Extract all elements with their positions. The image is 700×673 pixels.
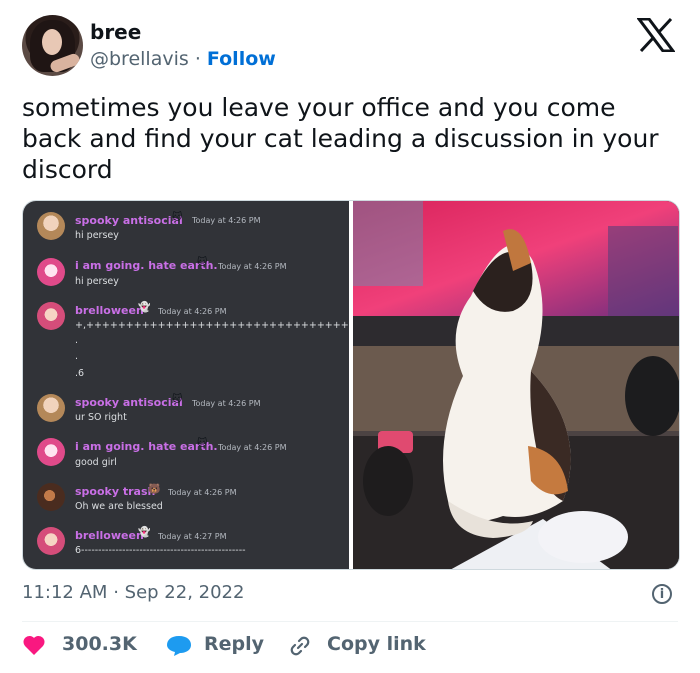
- discord-message-text: .: [75, 351, 79, 362]
- discord-avatar: [37, 258, 65, 286]
- link-icon[interactable]: [289, 635, 311, 657]
- discord-timestamp: Today at 4:26 PM: [218, 443, 287, 452]
- reply-button[interactable]: Reply: [204, 633, 264, 655]
- cat-badge-icon: 🐱: [197, 438, 208, 449]
- copy-link-button[interactable]: Copy link: [327, 633, 426, 655]
- discord-message-text: +,+++++++++++++++++++++++++++++++++++: [75, 320, 365, 331]
- tweet-time: 11:12 AM: [22, 582, 108, 603]
- discord-message-text: hi persey: [75, 230, 119, 241]
- author-name[interactable]: bree: [90, 20, 141, 44]
- cat-badge-icon: 🐱: [172, 394, 183, 405]
- discord-timestamp: Today at 4:26 PM: [218, 262, 287, 271]
- x-logo-icon[interactable]: [637, 18, 675, 52]
- discord-message-text: 6---------------------------------------…: [75, 545, 246, 556]
- discord-timestamp: Today at 4:26 PM: [168, 488, 237, 497]
- discord-message-text: hi persey: [75, 276, 119, 287]
- discord-username: spooky trash: [75, 485, 156, 498]
- author-handle-row: @brellavis · Follow: [90, 48, 276, 70]
- discord-username: spooky antisocial: [75, 214, 183, 227]
- discord-timestamp: Today at 4:26 PM: [192, 216, 261, 225]
- discord-avatar: [37, 394, 65, 422]
- ghost-badge-icon: 👻: [138, 527, 151, 538]
- avatar-face: [42, 29, 62, 55]
- follow-button[interactable]: Follow: [207, 48, 276, 70]
- discord-timestamp: Today at 4:26 PM: [158, 307, 227, 316]
- discord-screenshot: spooky antisocial 🐱 Today at 4:26 PM hi …: [23, 201, 365, 569]
- discord-avatar: [37, 483, 65, 511]
- tweet-date: Sep 22, 2022: [124, 582, 245, 603]
- discord-message-text: ur SO right: [75, 412, 127, 423]
- discord-timestamp: Today at 4:27 PM: [158, 532, 227, 541]
- bear-badge-icon: 🐻: [148, 484, 161, 495]
- discord-message-text: .6: [75, 368, 85, 379]
- cat-badge-icon: 🐱: [197, 257, 208, 268]
- tweet-text: sometimes you leave your office and you …: [22, 93, 659, 184]
- discord-avatar: [37, 438, 65, 466]
- tweet-media[interactable]: spooky antisocial 🐱 Today at 4:26 PM hi …: [22, 200, 680, 570]
- tweet-timestamp[interactable]: 11:12 AM · Sep 22, 2022: [22, 582, 244, 603]
- author-handle[interactable]: @brellavis: [90, 48, 189, 70]
- discord-username: spooky antisocial: [75, 396, 183, 409]
- actions-divider: [22, 621, 678, 622]
- cat-photo: [353, 201, 679, 569]
- author-avatar[interactable]: [22, 15, 83, 76]
- discord-avatar: [37, 212, 65, 240]
- info-icon[interactable]: i: [652, 584, 672, 604]
- heart-icon[interactable]: [22, 634, 46, 656]
- discord-message-text: Oh we are blessed: [75, 501, 163, 512]
- ghost-badge-icon: 👻: [138, 302, 151, 313]
- cat-badge-icon: 🐱: [172, 212, 183, 223]
- discord-avatar: [37, 302, 65, 330]
- discord-timestamp: Today at 4:26 PM: [192, 399, 261, 408]
- discord-username: brelloween: [75, 304, 144, 317]
- discord-message-text: .: [75, 335, 79, 346]
- like-count[interactable]: 300.3K: [62, 633, 137, 655]
- time-separator: ·: [113, 582, 119, 603]
- reply-bubble-icon[interactable]: [166, 634, 192, 657]
- handle-separator: ·: [194, 48, 201, 70]
- discord-username: brelloween: [75, 529, 144, 542]
- discord-avatar: [37, 527, 65, 555]
- discord-message-text: good girl: [75, 457, 117, 468]
